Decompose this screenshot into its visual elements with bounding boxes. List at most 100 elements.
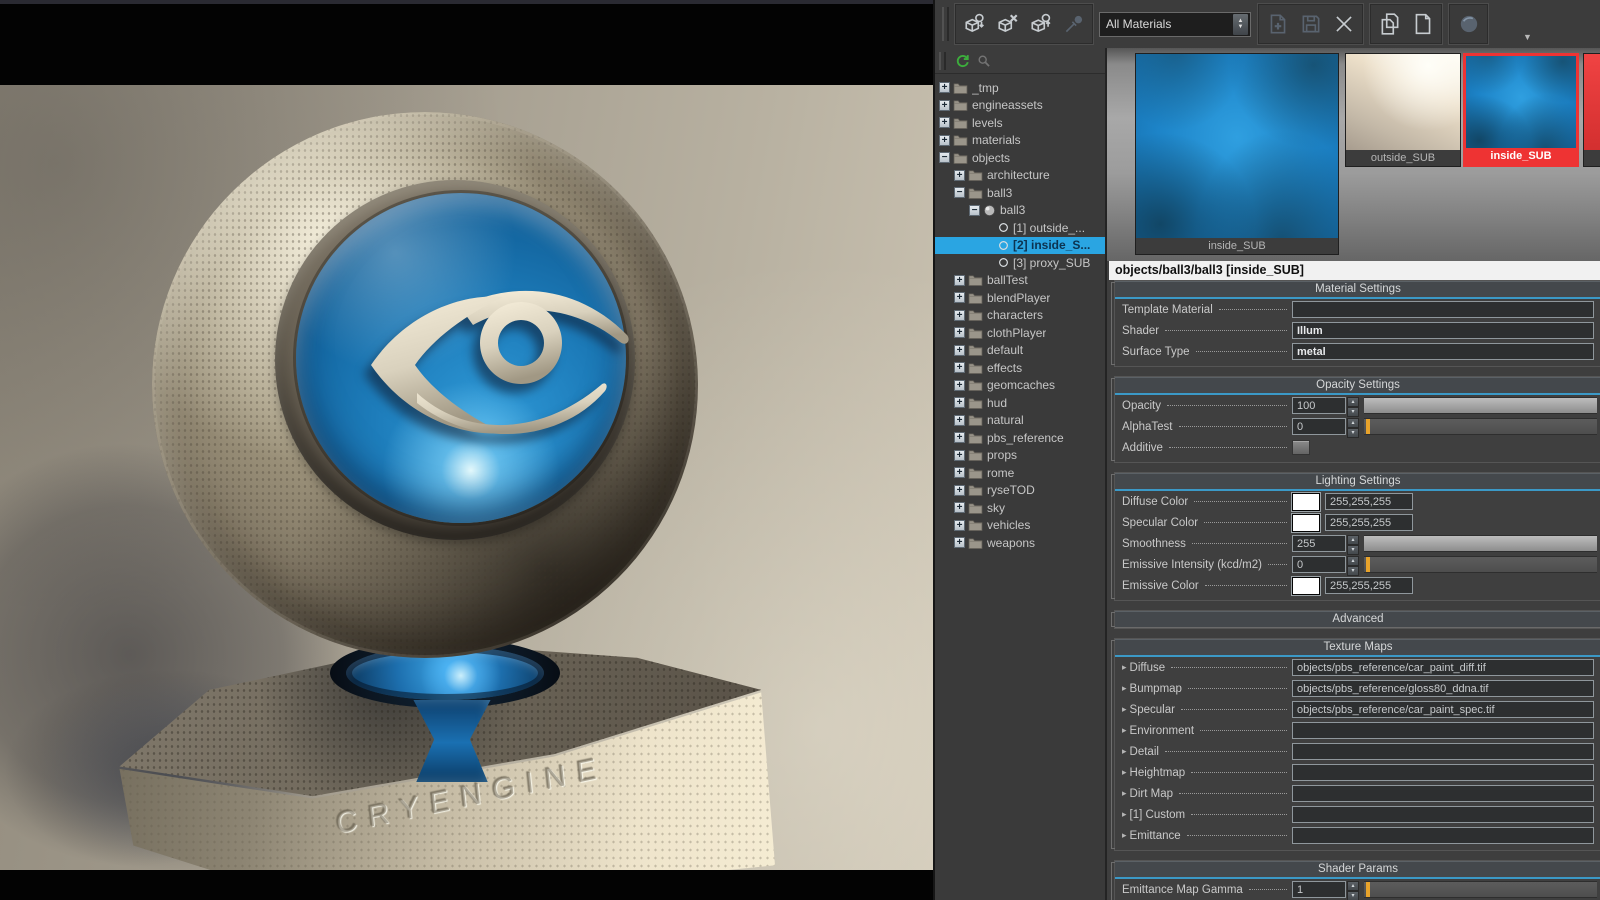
expander-arrow-icon[interactable]: ▸	[1122, 746, 1127, 757]
expander-arrow-icon[interactable]: ▸	[1122, 704, 1127, 715]
tree-item-vehicles[interactable]: +vehicles	[935, 517, 1105, 535]
tree-item-characters[interactable]: +characters	[935, 307, 1105, 325]
tree-expander-toggle[interactable]: +	[954, 327, 965, 338]
section-header-opacity-settings[interactable]: Opacity Settings	[1115, 377, 1600, 395]
dirt-map-field[interactable]	[1292, 785, 1594, 802]
spinner-arrows[interactable]: ▴▾	[1347, 556, 1359, 573]
expander-arrow-icon[interactable]: ▸	[1122, 788, 1127, 799]
preview-thumbnail-large[interactable]: inside_SUB	[1135, 53, 1339, 255]
toolbar-grip[interactable]	[942, 7, 949, 41]
refresh-icon[interactable]	[951, 51, 973, 71]
delete-item-icon[interactable]	[1327, 7, 1360, 41]
tree-expander-toggle[interactable]: +	[954, 520, 965, 531]
tree-expander-toggle[interactable]: +	[954, 397, 965, 408]
spinner-arrows[interactable]: ▴▾	[1347, 881, 1359, 898]
tree-toolbar-grip[interactable]	[939, 52, 946, 70]
tree-item-props[interactable]: +props	[935, 447, 1105, 465]
slider-handle[interactable]	[1366, 557, 1370, 572]
tree-expander-toggle[interactable]: +	[939, 100, 950, 111]
tree-item-clothplayer[interactable]: +clothPlayer	[935, 324, 1105, 342]
paste-material-icon[interactable]	[1406, 7, 1439, 41]
material-filter-dropdown[interactable]: All Materials ▲▼	[1099, 12, 1251, 37]
surface-type-field[interactable]: metal	[1292, 343, 1594, 360]
diffuse-color-value[interactable]: 255,255,255	[1325, 493, 1413, 510]
spinner-arrows[interactable]: ▴▾	[1347, 397, 1359, 414]
tree-expander-toggle[interactable]: +	[954, 485, 965, 496]
tree-item-architecture[interactable]: +architecture	[935, 167, 1105, 185]
tree-expander-toggle[interactable]: −	[954, 187, 965, 198]
1-custom-field[interactable]	[1292, 806, 1594, 823]
emissive-color-swatch[interactable]	[1292, 577, 1320, 595]
tree-expander-toggle[interactable]: +	[954, 450, 965, 461]
tree-item-ball3[interactable]: −ball3	[935, 184, 1105, 202]
tree-expander-toggle[interactable]: +	[954, 292, 965, 303]
emissive-intensity-kcd-m2-slider[interactable]	[1364, 556, 1597, 573]
tree-item-pbs-reference[interactable]: +pbs_reference	[935, 429, 1105, 447]
tree-item-levels[interactable]: +levels	[935, 114, 1105, 132]
tree-item-hud[interactable]: +hud	[935, 394, 1105, 412]
reset-material-on-selection-icon[interactable]	[991, 7, 1024, 41]
tree-item-ball3[interactable]: −ball3	[935, 202, 1105, 220]
tree-expander-toggle[interactable]: +	[954, 345, 965, 356]
diffuse-field[interactable]: objects/pbs_reference/car_paint_diff.tif	[1292, 659, 1594, 676]
smoothness-value[interactable]: 255	[1292, 535, 1346, 552]
emittance-map-gamma-value[interactable]: 1	[1292, 881, 1346, 898]
tree-item-3-proxy-sub[interactable]: [3] proxy_SUB	[935, 254, 1105, 272]
slider-handle[interactable]	[1366, 419, 1370, 434]
opacity-value[interactable]: 100	[1292, 397, 1346, 414]
tree-expander-toggle[interactable]: +	[954, 310, 965, 321]
tree-item-rysetod[interactable]: +ryseTOD	[935, 482, 1105, 500]
tree-item-sky[interactable]: +sky	[935, 499, 1105, 517]
specular-color-value[interactable]: 255,255,255	[1325, 514, 1413, 531]
tree-expander-toggle[interactable]: +	[954, 415, 965, 426]
environment-field[interactable]	[1292, 722, 1594, 739]
tree-expander-toggle[interactable]: +	[954, 170, 965, 181]
tree-item-natural[interactable]: +natural	[935, 412, 1105, 430]
tree-expander-toggle[interactable]: +	[939, 82, 950, 93]
tree-expander-toggle[interactable]: +	[954, 362, 965, 373]
section-header-lighting-settings[interactable]: Lighting Settings	[1115, 473, 1600, 491]
search-icon[interactable]	[973, 51, 995, 71]
specular-color-swatch[interactable]	[1292, 514, 1320, 532]
detail-field[interactable]	[1292, 743, 1594, 760]
get-material-from-selection-icon[interactable]	[1024, 7, 1057, 41]
spinner-arrows[interactable]: ▴▾	[1347, 418, 1359, 435]
tree-item-2-inside-s[interactable]: [2] inside_S...	[935, 237, 1105, 255]
3d-viewport[interactable]: CRYENGINE	[0, 0, 933, 900]
tree-item-tmp[interactable]: +_tmp	[935, 79, 1105, 97]
tree-expander-toggle[interactable]: +	[939, 135, 950, 146]
expander-arrow-icon[interactable]: ▸	[1122, 725, 1127, 736]
emittance-map-gamma-slider[interactable]	[1364, 881, 1597, 898]
section-header-shader-params[interactable]: Shader Params	[1115, 861, 1600, 879]
dropdown-spinner-icon[interactable]: ▲▼	[1232, 13, 1249, 36]
tree-expander-toggle[interactable]: +	[954, 467, 965, 478]
material-preview-sphere-icon[interactable]	[1452, 7, 1485, 41]
tree-expander-toggle[interactable]: +	[939, 117, 950, 128]
tree-expander-toggle[interactable]: −	[939, 152, 950, 163]
diffuse-color-swatch[interactable]	[1292, 493, 1320, 511]
tree-item-engineassets[interactable]: +engineassets	[935, 97, 1105, 115]
more-dropdown-arrow-icon[interactable]: ▼	[1523, 32, 1532, 42]
tree-expander-toggle[interactable]: +	[954, 432, 965, 443]
thumbnail-partial[interactable]	[1583, 53, 1600, 167]
tree-item-default[interactable]: +default	[935, 342, 1105, 360]
section-header-advanced[interactable]: Advanced	[1115, 611, 1600, 628]
template-material-field[interactable]	[1292, 301, 1594, 318]
tree-expander-toggle[interactable]: +	[954, 275, 965, 286]
copy-material-icon[interactable]	[1373, 7, 1406, 41]
tree-expander-toggle[interactable]: +	[954, 380, 965, 391]
assign-material-to-selection-icon[interactable]	[958, 7, 991, 41]
tree-item-weapons[interactable]: +weapons	[935, 534, 1105, 552]
tree-expander-toggle[interactable]: +	[954, 502, 965, 513]
tree-item-rome[interactable]: +rome	[935, 464, 1105, 482]
expander-arrow-icon[interactable]: ▸	[1122, 767, 1127, 778]
additive-checkbox[interactable]	[1292, 440, 1310, 455]
save-item-icon[interactable]	[1294, 7, 1327, 41]
add-new-item-icon[interactable]	[1261, 7, 1294, 41]
expander-arrow-icon[interactable]: ▸	[1122, 809, 1127, 820]
tree-item-materials[interactable]: +materials	[935, 132, 1105, 150]
section-header-material-settings[interactable]: Material Settings	[1115, 281, 1600, 299]
bumpmap-field[interactable]: objects/pbs_reference/gloss80_ddna.tif	[1292, 680, 1594, 697]
expander-arrow-icon[interactable]: ▸	[1122, 830, 1127, 841]
thumbnail-outside-sub[interactable]: outside_SUB	[1345, 53, 1461, 167]
